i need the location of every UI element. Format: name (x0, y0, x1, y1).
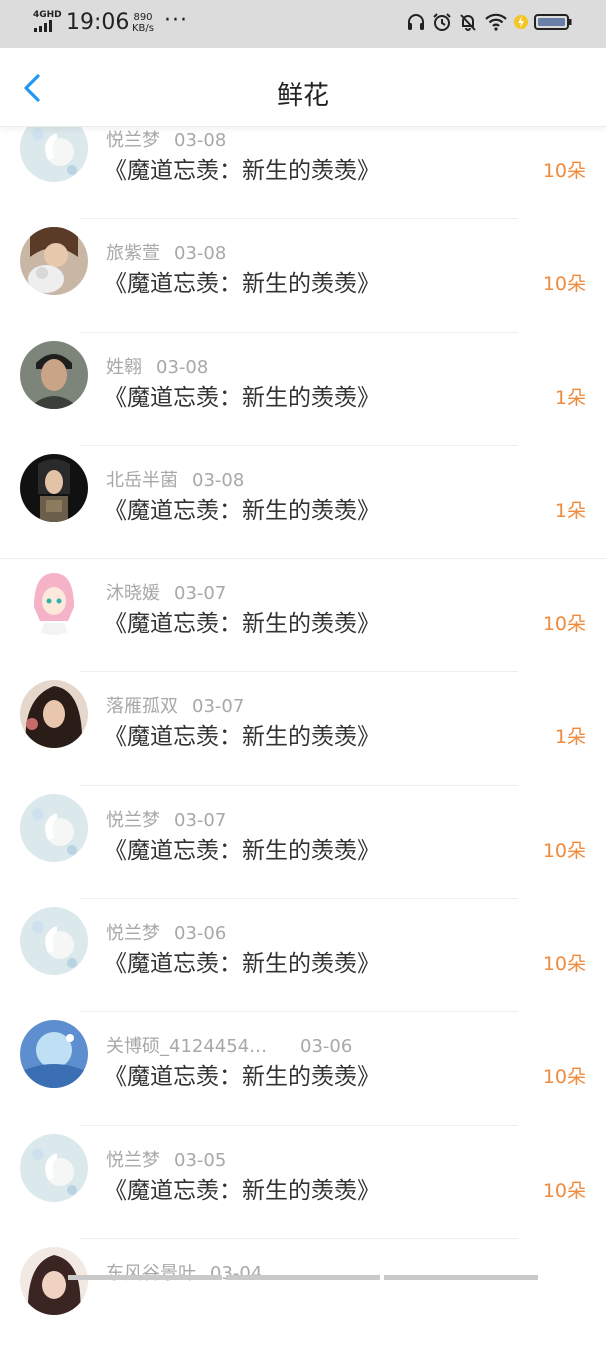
avatar[interactable] (20, 567, 88, 636)
book-title[interactable]: 《魔道忘羡：新生的羡羡》 (104, 264, 380, 298)
flower-count: 10朵 (542, 839, 586, 862)
username[interactable]: 悦兰梦 (106, 1150, 160, 1171)
flower-count: 1朵 (554, 726, 586, 749)
book-title[interactable]: 《魔道忘羡：新生的羡羡》 (104, 831, 380, 865)
network-speed: 890 KB/s (132, 12, 154, 34)
flower-count: 10朵 (542, 1179, 586, 1202)
username[interactable]: 东风谷景叶 (106, 1263, 196, 1284)
flower-count: 10朵 (542, 273, 586, 296)
flower-count: 10朵 (542, 160, 586, 182)
book-title[interactable]: 《魔道忘羡：新生的羡羡》 (104, 604, 380, 638)
charging-icon (514, 15, 528, 29)
flower-count: 10朵 (542, 1066, 586, 1089)
username[interactable]: 关博硕_4124454… (106, 1032, 286, 1058)
date: 03-08 (174, 243, 227, 265)
list-item[interactable]: 旅紫萱 03-08 《魔道忘羡：新生的羡羡》 10朵 (0, 219, 606, 333)
username[interactable]: 姓翱 (106, 357, 142, 378)
wifi-icon (485, 13, 507, 31)
book-title[interactable]: 《魔道忘羡：新生的羡羡》 (104, 378, 380, 412)
alarm-icon (433, 13, 451, 31)
headphones-icon (408, 14, 424, 30)
username[interactable]: 旅紫萱 (106, 243, 160, 264)
avatar[interactable] (20, 1133, 88, 1202)
list-item[interactable]: 北岳半菌 03-08 《魔道忘羡：新生的羡羡》 1朵 (0, 446, 606, 560)
username[interactable]: 北岳半菌 (106, 470, 178, 491)
list-item[interactable]: 悦兰梦 03-06 《魔道忘羡：新生的羡羡》 10朵 (0, 899, 606, 1013)
username[interactable]: 悦兰梦 (106, 810, 160, 831)
flower-count: 1朵 (554, 499, 586, 522)
signal-icon (34, 20, 52, 32)
date: 03-08 (192, 469, 245, 491)
list-item[interactable]: 落雁孤双 03-07 《魔道忘羡：新生的羡羡》 1朵 (0, 672, 606, 786)
book-title[interactable]: 《魔道忘羡：新生的羡羡》 (104, 151, 380, 185)
list-item[interactable]: 东风谷景叶 03-04 (0, 1239, 606, 1352)
book-title[interactable]: 《魔道忘羡：新生的羡羡》 (104, 944, 380, 978)
book-title[interactable]: 《魔道忘羡：新生的羡羡》 (104, 1171, 380, 1205)
date: 03-07 (174, 809, 227, 831)
avatar[interactable] (20, 793, 88, 862)
avatar[interactable] (20, 1246, 88, 1315)
more-notifications-icon: ··· (164, 8, 188, 33)
list-item[interactable]: 悦兰梦 03-07 《魔道忘羡：新生的羡羡》 10朵 (0, 786, 606, 900)
page-title: 鲜花 (276, 81, 329, 111)
clock: 19:06 (66, 10, 130, 35)
avatar[interactable] (20, 227, 88, 296)
list-item[interactable]: 悦兰梦 03-05 《魔道忘羡：新生的羡羡》 10朵 (0, 1126, 606, 1239)
list-item[interactable]: 沐晓媛 03-07 《魔道忘羡：新生的羡羡》 10朵 (0, 559, 606, 673)
date: 03-07 (192, 696, 245, 718)
book-title[interactable]: 《魔道忘羡：新生的羡羡》 (104, 717, 380, 751)
scroll-indicator (68, 1275, 538, 1280)
status-bar: 4GHD 19:06 890 KB/s ··· (0, 0, 606, 48)
avatar[interactable] (20, 1020, 88, 1089)
avatar[interactable] (20, 453, 88, 522)
date: 03-05 (174, 1149, 227, 1171)
bell-mute-icon (460, 14, 476, 31)
date: 03-08 (156, 356, 209, 378)
flower-count: 10朵 (542, 953, 586, 976)
flower-count: 1朵 (554, 386, 586, 409)
list-item[interactable]: 关博硕_4124454… 03-06 《魔道忘羡：新生的羡羡》 10朵 (0, 1012, 606, 1126)
date: 03-04 (210, 1262, 263, 1284)
avatar[interactable] (20, 340, 88, 409)
battery-icon (534, 14, 572, 30)
network-type: 4GHD (33, 10, 62, 20)
avatar[interactable] (20, 907, 88, 976)
flower-list: 悦兰梦 03-08 《魔道忘羡：新生的羡羡》 10朵 旅紫萱 03-08 《魔道忘羡… (0, 106, 606, 1352)
flower-count: 10朵 (542, 613, 586, 636)
book-title[interactable]: 《魔道忘羡：新生的羡羡》 (104, 1057, 380, 1091)
list-item[interactable]: 姓翱 03-08 《魔道忘羡：新生的羡羡》 1朵 (0, 333, 606, 446)
book-title[interactable]: 《魔道忘羡：新生的羡羡》 (104, 491, 380, 525)
date: 03-06 (300, 1036, 353, 1058)
avatar[interactable] (20, 680, 88, 749)
date: 03-07 (174, 583, 227, 605)
navigation-header: 鲜花 (0, 48, 606, 127)
date: 03-06 (174, 923, 227, 945)
date: 03-08 (174, 130, 227, 151)
username[interactable]: 悦兰梦 (106, 130, 160, 151)
username[interactable]: 悦兰梦 (106, 923, 160, 944)
username[interactable]: 落雁孤双 (106, 696, 178, 717)
username[interactable]: 沐晓媛 (106, 583, 160, 604)
